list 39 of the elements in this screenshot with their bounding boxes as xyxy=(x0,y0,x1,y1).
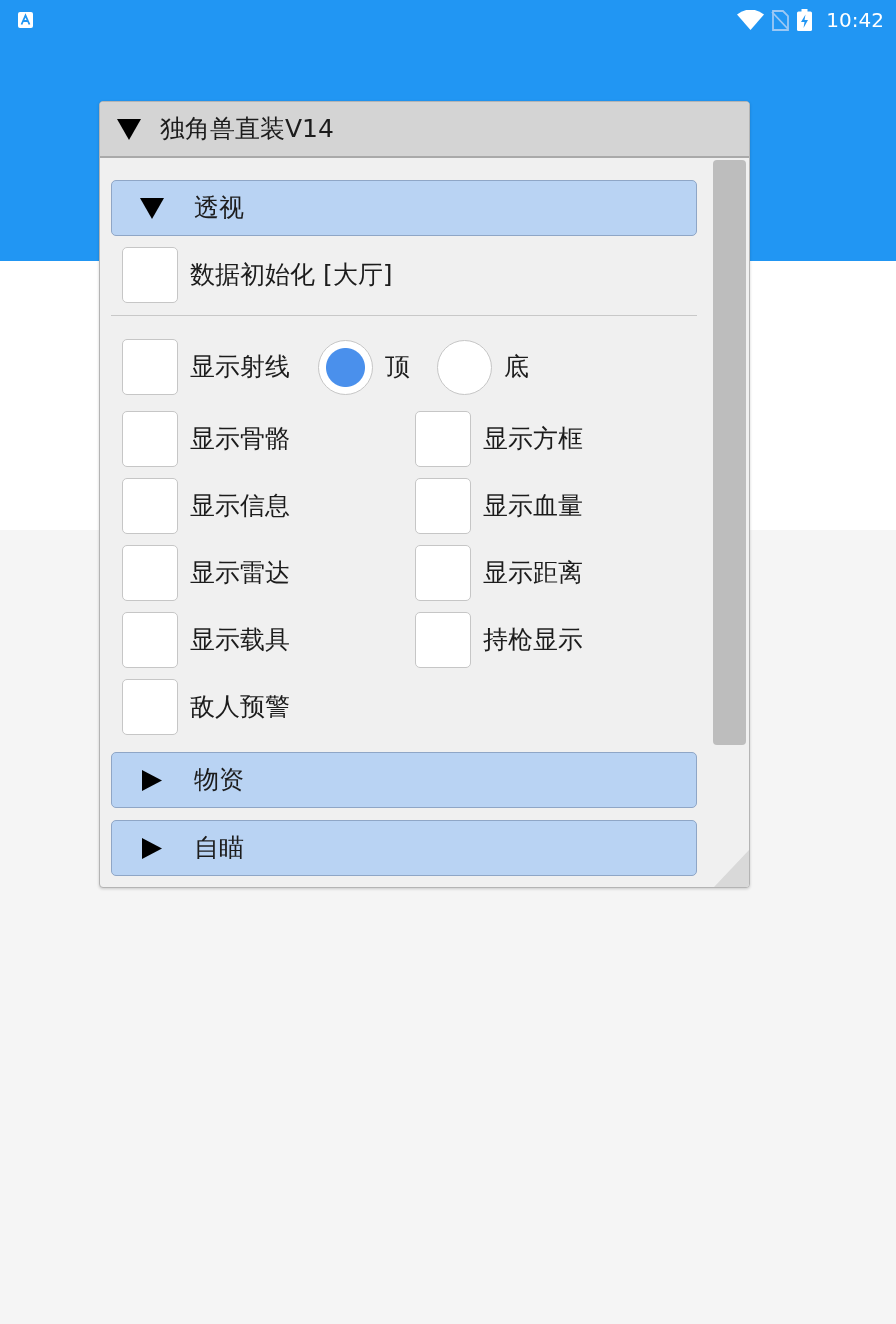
checkbox[interactable] xyxy=(122,339,178,395)
checkbox[interactable] xyxy=(122,247,178,303)
checkbox[interactable] xyxy=(415,612,471,668)
checkbox-label: 显示距离 xyxy=(483,558,583,588)
caret-down-icon[interactable] xyxy=(117,118,141,140)
checkbox-label: 显示雷达 xyxy=(190,558,290,588)
checkbox[interactable] xyxy=(415,478,471,534)
checkbox-label: 持枪显示 xyxy=(483,625,583,655)
checkbox-label: 显示载具 xyxy=(190,625,290,655)
checkbox[interactable] xyxy=(415,411,471,467)
scrollbar-thumb[interactable] xyxy=(713,160,746,745)
clock-time: 10:42 xyxy=(826,10,884,30)
section-header[interactable]: 透视 xyxy=(111,180,697,236)
checkbox[interactable] xyxy=(415,545,471,601)
checkbox[interactable] xyxy=(122,545,178,601)
caret-down-icon[interactable] xyxy=(140,197,164,219)
checkbox[interactable] xyxy=(122,411,178,467)
no-sim-icon xyxy=(771,9,790,31)
checkbox-label: 数据初始化 [大厅] xyxy=(190,260,393,290)
checkbox[interactable] xyxy=(122,612,178,668)
caret-right-icon[interactable] xyxy=(140,837,164,859)
radio-label: 底 xyxy=(504,352,529,382)
checkbox-label: 显示射线 xyxy=(190,352,290,382)
checkbox-label: 显示信息 xyxy=(190,491,290,521)
caret-right-icon[interactable] xyxy=(140,769,164,791)
checkbox[interactable] xyxy=(122,478,178,534)
wifi-icon xyxy=(737,10,765,30)
checkbox[interactable] xyxy=(122,679,178,735)
window-title: 独角兽直装V14 xyxy=(160,114,334,144)
radio-label: 顶 xyxy=(385,352,410,382)
resize-grip-icon[interactable] xyxy=(714,850,749,887)
section-header[interactable]: 物资 xyxy=(111,752,697,808)
app-notification-icon xyxy=(18,12,33,28)
checkbox-label: 显示方框 xyxy=(483,424,583,454)
checkbox-label: 敌人预警 xyxy=(190,692,290,722)
checkbox-label: 显示血量 xyxy=(483,491,583,521)
section-header[interactable]: 自瞄 xyxy=(111,820,697,876)
battery-charging-icon xyxy=(797,9,813,31)
checkbox-label: 显示骨骼 xyxy=(190,424,290,454)
